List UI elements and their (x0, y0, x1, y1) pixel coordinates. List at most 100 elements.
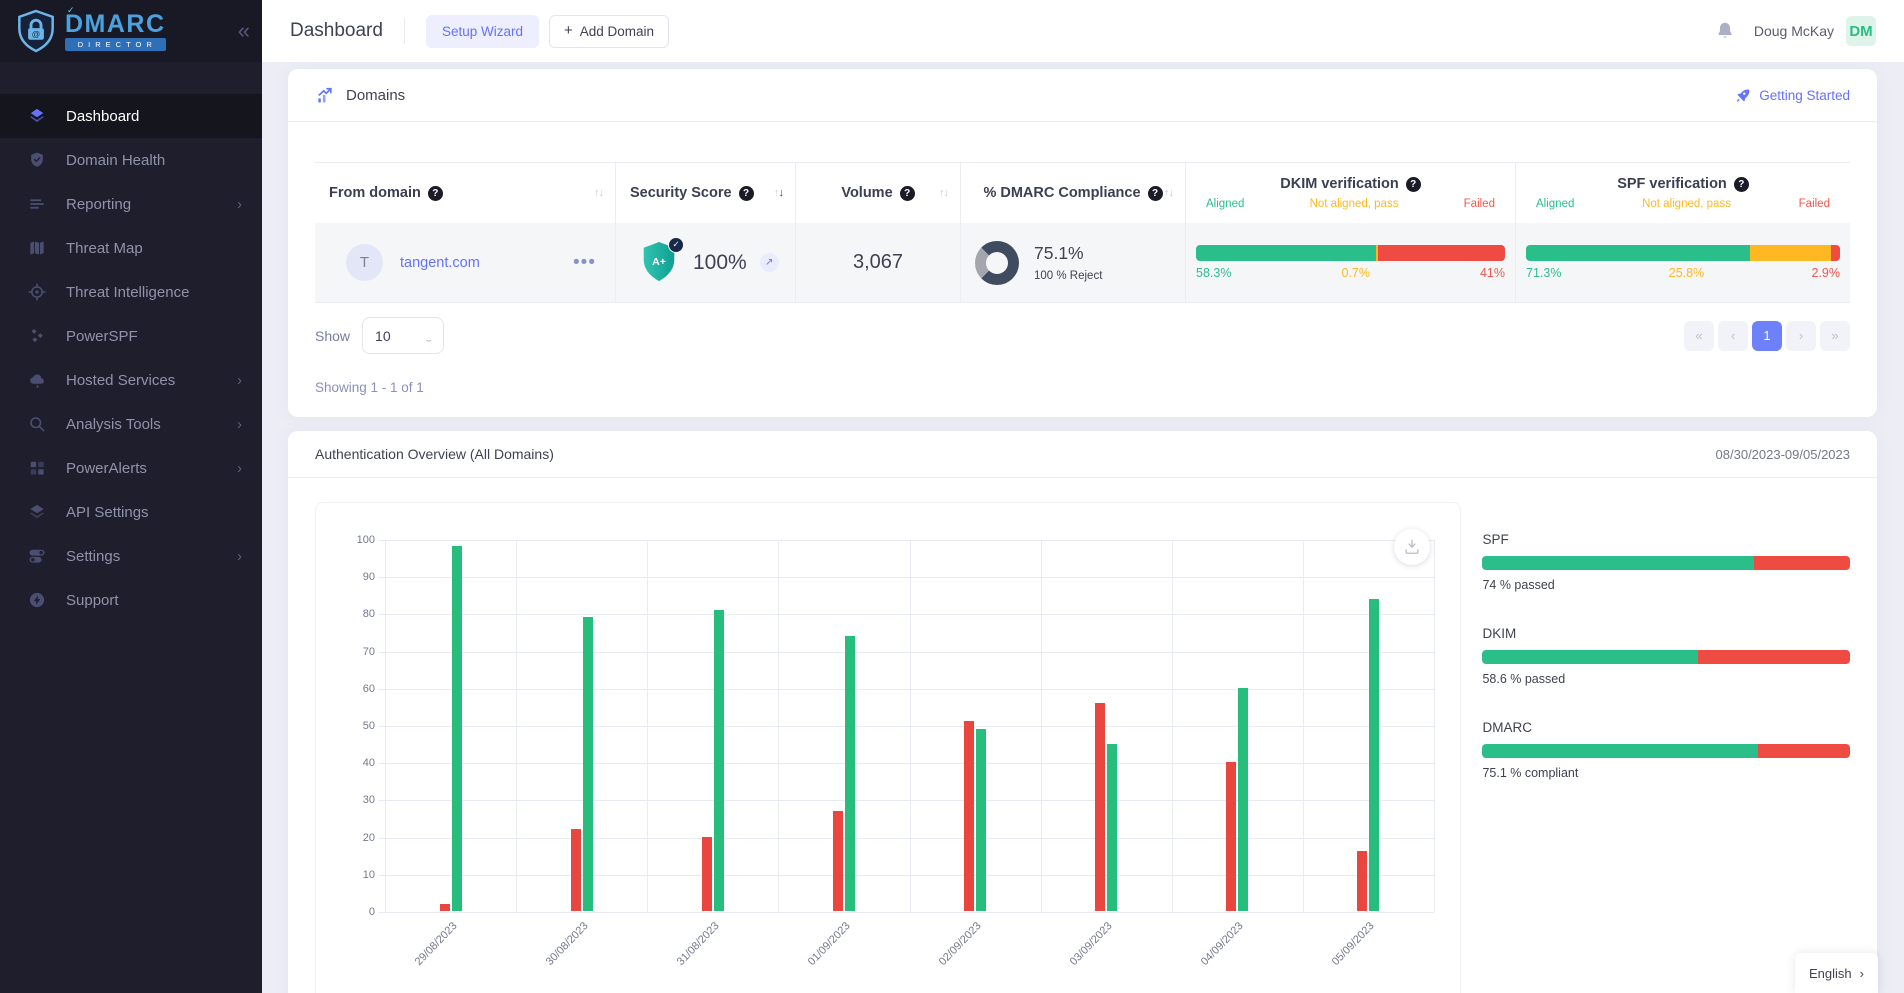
chevron-right-icon: › (237, 460, 242, 477)
page-size-value: 10 (375, 328, 391, 344)
domains-table: From domain?↑↓Security Score?↑↓Volume?↑↓… (315, 162, 1850, 303)
sidebar-nav: Dashboard Domain HealthReporting› Threat M… (0, 94, 262, 622)
volume-cell: 3,067 (795, 223, 960, 302)
sidebar-item-label: Dashboard (66, 108, 139, 125)
sidebar-collapse-icon[interactable]: « (238, 21, 250, 41)
sidebar-item-api-settings[interactable]: API Settings (0, 490, 262, 534)
sort-icon[interactable]: ↑↓ (594, 187, 603, 199)
setup-wizard-button[interactable]: Setup Wizard (426, 15, 539, 48)
column-header--dmarc-compliance[interactable]: % DMARC Compliance?↑↓ (960, 163, 1185, 223)
column-label: Security Score (630, 185, 732, 201)
bar-passed-31-08-2023 (714, 610, 724, 911)
notification-bell-icon[interactable] (1714, 20, 1736, 42)
expand-score-icon[interactable]: ↗ (760, 253, 779, 272)
failed-sublabel: Failed (1799, 198, 1830, 210)
sidebar-item-poweralerts[interactable]: PowerAlerts› (0, 446, 262, 490)
page-size-select[interactable]: 10 ˬ (362, 317, 444, 354)
dmarc-compliance-cell: 75.1% 100 % Reject (960, 223, 1185, 302)
chevron-right-icon: › (237, 196, 242, 213)
gridline (1041, 540, 1042, 912)
sidebar-item-threat-intelligence[interactable]: Threat Intelligence (0, 270, 262, 314)
sidebar-item-analysis-tools[interactable]: Analysis Tools› (0, 402, 262, 446)
security-score-value: 100% (693, 251, 747, 275)
sidebar-item-threat-map[interactable]: Threat Map (0, 226, 262, 270)
sort-icon[interactable]: ↑↓ (774, 187, 783, 199)
help-icon[interactable]: ? (900, 186, 915, 201)
verified-check-badge: ✓ (668, 237, 684, 253)
gridline (378, 652, 1434, 653)
help-icon[interactable]: ? (1148, 186, 1163, 201)
gridline (378, 540, 1434, 541)
user-menu[interactable]: Doug McKay DM (1754, 16, 1876, 46)
stat-dkim: DKIM58.6 % passed (1482, 626, 1850, 686)
pagination: « ‹ 1 › » (1684, 321, 1850, 351)
spf-verification-cell: 71.3% 25.8% 2.9% (1515, 223, 1850, 302)
page-title: Dashboard (290, 20, 383, 42)
y-axis-tick: 100 (325, 534, 375, 546)
report-lines-icon (27, 193, 49, 215)
prev-page-button[interactable]: ‹ (1718, 321, 1748, 351)
verification-sublabels: AlignedNot aligned, passFailed (1530, 198, 1836, 210)
bar-failed-31-08-2023 (702, 837, 712, 911)
user-name: Doug McKay (1754, 23, 1834, 39)
add-domain-button[interactable]: + Add Domain (549, 15, 669, 48)
x-axis-label: 05/09/2023 (1330, 920, 1377, 968)
column-header-from-domain[interactable]: From domain?↑↓ (315, 163, 615, 223)
bar-passed-29-08-2023 (452, 546, 462, 911)
language-selector[interactable]: English › (1795, 953, 1878, 993)
bar-passed-03-09-2023 (1107, 744, 1117, 911)
bar-failed-01-09-2023 (833, 811, 843, 911)
bar-failed-30-08-2023 (571, 829, 581, 911)
stat-caption: 75.1 % compliant (1482, 766, 1850, 780)
bolt-circle-icon (27, 589, 49, 611)
sidebar-item-label: PowerSPF (66, 328, 138, 345)
x-axis-label: 02/09/2023 (937, 920, 984, 968)
sidebar-item-support[interactable]: Support (0, 578, 262, 622)
first-page-button[interactable]: « (1684, 321, 1714, 351)
next-page-button[interactable]: › (1786, 321, 1816, 351)
table-row: T tangent.com ••• A+ (315, 223, 1850, 303)
getting-started-label: Getting Started (1759, 88, 1850, 103)
y-axis-tick: 60 (325, 683, 375, 695)
aligned-sublabel: Aligned (1536, 198, 1574, 210)
gridline (647, 540, 648, 912)
sidebar-item-label: Threat Map (66, 240, 143, 257)
dkim-aligned-value: 58.3% (1196, 266, 1231, 280)
topbar: Dashboard Setup Wizard + Add Domain Doug… (262, 0, 1904, 62)
last-page-button[interactable]: » (1820, 321, 1850, 351)
domain-link[interactable]: tangent.com (400, 255, 480, 271)
sidebar-item-domain-health[interactable]: Domain Health (0, 138, 262, 182)
bar-passed-02-09-2023 (976, 729, 986, 911)
y-axis-tick: 50 (325, 720, 375, 732)
app-logo[interactable]: @ ✓ DMARC DIRECTOR « (0, 0, 262, 62)
help-icon[interactable]: ? (1406, 177, 1421, 192)
help-icon[interactable]: ? (1734, 177, 1749, 192)
row-actions-menu-icon[interactable]: ••• (573, 252, 601, 274)
page-1-button[interactable]: 1 (1752, 321, 1782, 351)
x-axis-label: 03/09/2023 (1068, 920, 1115, 968)
bar-failed-05-09-2023 (1357, 851, 1367, 911)
sidebar-item-hosted-services[interactable]: Hosted Services› (0, 358, 262, 402)
security-score-cell: A+ ✓ 100% ↗ (615, 223, 795, 302)
sort-icon[interactable]: ↑↓ (1164, 187, 1173, 199)
date-range: 08/30/2023-09/05/2023 (1716, 447, 1850, 462)
sort-icon[interactable]: ↑↓ (939, 187, 948, 199)
avatar[interactable]: DM (1846, 16, 1876, 46)
sidebar-item-settings[interactable]: Settings› (0, 534, 262, 578)
sidebar-item-powerspf[interactable]: PowerSPF (0, 314, 262, 358)
gridline (778, 540, 779, 912)
chevron-right-icon: › (1860, 966, 1864, 981)
cloud-icon (27, 369, 49, 391)
sidebar-item-label: API Settings (66, 504, 149, 521)
sidebar-item-dashboard[interactable]: Dashboard (0, 94, 262, 138)
sidebar-item-label: Hosted Services (66, 372, 175, 389)
column-header-volume[interactable]: Volume?↑↓ (795, 163, 960, 223)
help-icon[interactable]: ? (739, 186, 754, 201)
help-icon[interactable]: ? (428, 186, 443, 201)
compliance-donut (975, 241, 1019, 285)
column-header-security-score[interactable]: Security Score? ↑↓ (615, 163, 795, 223)
sidebar-item-reporting[interactable]: Reporting› (0, 182, 262, 226)
x-axis-label: 04/09/2023 (1199, 920, 1246, 968)
chevron-down-icon: ˬ (426, 330, 432, 342)
getting-started-link[interactable]: Getting Started (1734, 87, 1850, 104)
